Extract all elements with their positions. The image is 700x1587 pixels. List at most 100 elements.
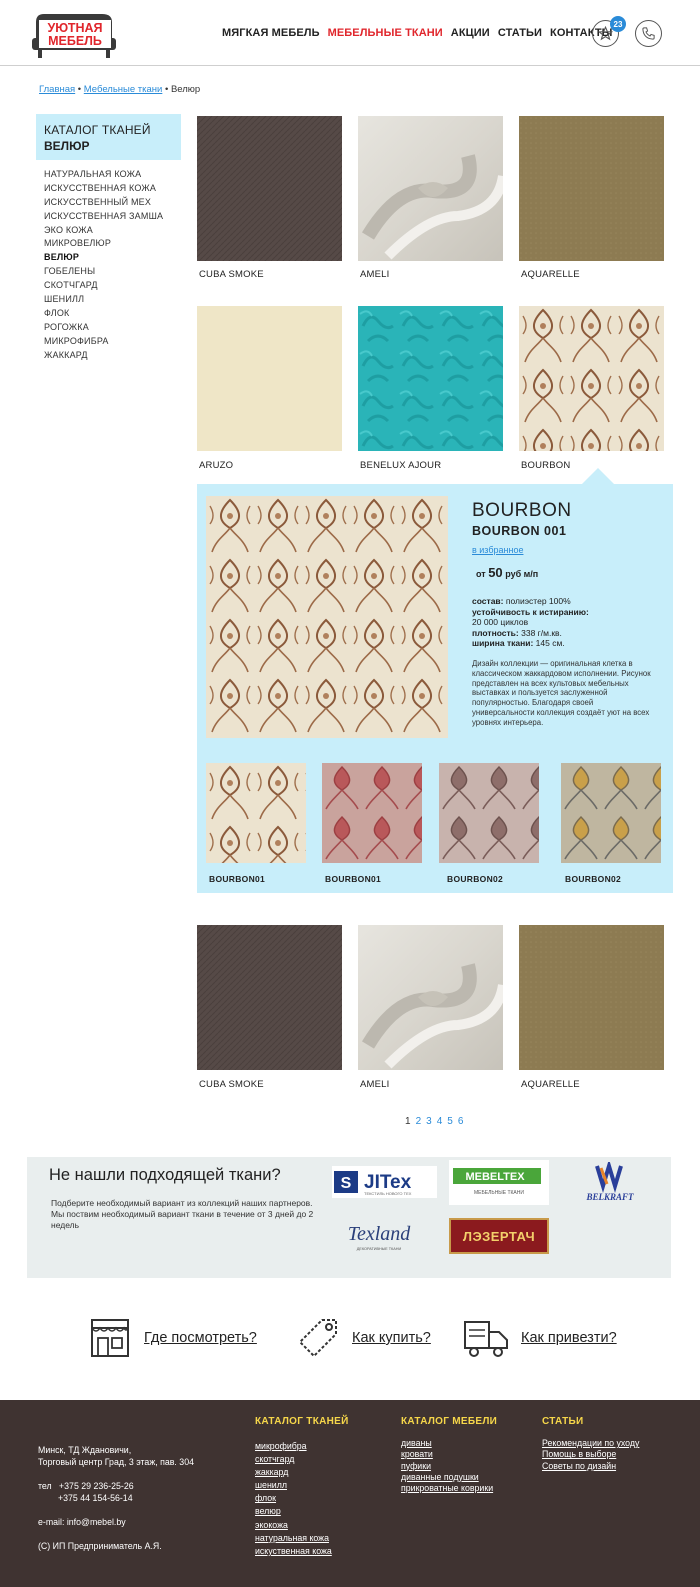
fabric-name[interactable]: AQUARELLE — [521, 269, 580, 280]
partner-logo-mebeltex[interactable]: MEBELTEX МЕБЕЛЬНЫЕ ТКАНИ — [449, 1160, 549, 1205]
nav-articles[interactable]: СТАТЬИ — [498, 27, 542, 39]
category-item[interactable]: ИСКУССТВЕННАЯ ЗАМША — [44, 210, 163, 224]
breadcrumb-home[interactable]: Главная — [39, 84, 75, 95]
fabric-name[interactable]: BOURBON — [521, 460, 570, 471]
partners-title: Не нашли подходящей ткани? — [49, 1166, 281, 1184]
category-item[interactable]: НАТУРАЛЬНАЯ КОЖА — [44, 168, 163, 182]
swatch-thumbnail[interactable] — [439, 763, 539, 863]
price-prefix: от — [476, 569, 486, 579]
phone-number[interactable]: +375 29 236-25-26 — [59, 1481, 134, 1491]
main-nav: МЯГКАЯ МЕБЕЛЬ МЕБЕЛЬНЫЕ ТКАНИ АКЦИИ СТАТ… — [222, 27, 621, 39]
jitex-name: JITex — [364, 1172, 412, 1193]
footer-link[interactable]: Советы по дизайн — [542, 1461, 639, 1472]
page-link[interactable]: 6 — [458, 1116, 464, 1127]
fabric-name[interactable]: CUBA SMOKE — [199, 269, 264, 280]
swatch-label[interactable]: BOURBON01 — [209, 874, 265, 884]
footer-link[interactable]: диваны — [401, 1438, 493, 1449]
fabric-tile-aquarelle[interactable] — [519, 116, 664, 261]
fabric-tile-ameli[interactable] — [358, 925, 503, 1070]
category-item-active[interactable]: ВЕЛЮР — [44, 251, 163, 265]
logo[interactable]: УЮТНАЯ МЕБЕЛЬ — [32, 8, 116, 60]
footer-link[interactable]: скотчгард — [255, 1453, 332, 1466]
fabric-tile-cuba-smoke[interactable] — [197, 925, 342, 1070]
category-item[interactable]: СКОТЧГАРД — [44, 279, 163, 293]
info-how-to-buy[interactable]: Как купить? — [296, 1316, 431, 1360]
where-to-see-link[interactable]: Где посмотреть? — [144, 1330, 257, 1346]
category-item[interactable]: ФЛОК — [44, 307, 163, 321]
footer-articles-title: СТАТЬИ — [542, 1416, 584, 1427]
footer-link[interactable]: диванные подушки — [401, 1472, 493, 1483]
fabric-detail-image — [206, 496, 448, 738]
category-item[interactable]: ШЕНИЛЛ — [44, 293, 163, 307]
breadcrumb-fabrics[interactable]: Мебельные ткани — [84, 84, 163, 95]
nav-promotions[interactable]: АКЦИИ — [451, 27, 490, 39]
spec-value: 338 г/м.кв. — [521, 627, 562, 638]
fabric-tile-benelux-ajour[interactable] — [358, 306, 503, 451]
fabric-name[interactable]: BENELUX AJOUR — [360, 460, 441, 471]
partner-logo-jitex[interactable]: S JITex ТЕКСТИЛЬ НОВОГО ТЕХ — [332, 1166, 437, 1198]
info-where-to-see[interactable]: Где посмотреть? — [88, 1316, 257, 1360]
category-item[interactable]: МИКРОВЕЛЮР — [44, 237, 163, 251]
category-item[interactable]: РОГОЖКА — [44, 321, 163, 335]
footer-link[interactable]: велюр — [255, 1505, 332, 1518]
swatch-label[interactable]: BOURBON02 — [447, 874, 503, 884]
phone-button[interactable] — [635, 20, 662, 47]
fabric-tile-cuba-smoke[interactable] — [197, 116, 342, 261]
category-item[interactable]: МИКРОФИБРА — [44, 335, 163, 349]
texland-sub: ДЕКОРАТИВНЫЕ ТКАНИ — [357, 1247, 402, 1251]
texland-name: Texland — [348, 1223, 412, 1245]
footer-link[interactable]: экокожа — [255, 1519, 332, 1532]
fabric-tile-aruzo[interactable] — [197, 306, 342, 451]
partner-logo-belkraft[interactable]: BELKRAFT — [575, 1162, 645, 1208]
swatch-label[interactable]: BOURBON01 — [325, 874, 381, 884]
nav-soft-furniture[interactable]: МЯГКАЯ МЕБЕЛЬ — [222, 27, 320, 39]
footer-link[interactable]: прикроватные коврики — [401, 1483, 493, 1494]
mebeltex-sub: МЕБЕЛЬНЫЕ ТКАНИ — [474, 1190, 524, 1196]
footer-link[interactable]: кровати — [401, 1449, 493, 1460]
page-link[interactable]: 4 — [437, 1116, 443, 1127]
swatch-label[interactable]: BOURBON02 — [565, 874, 621, 884]
footer-link[interactable]: пуфики — [401, 1461, 493, 1472]
footer-link[interactable]: искуственная кожа — [255, 1545, 332, 1558]
pagination: 1 2 3 4 5 6 — [405, 1116, 463, 1127]
page-link[interactable]: 2 — [416, 1116, 422, 1127]
how-to-buy-link[interactable]: Как купить? — [352, 1330, 431, 1346]
spec-label: плотность: — [472, 627, 519, 638]
info-delivery[interactable]: Как привезти? — [463, 1316, 617, 1360]
belkraft-name: BELKRAFT — [585, 1192, 634, 1202]
swatch-thumbnail[interactable] — [561, 763, 661, 863]
fabric-name[interactable]: CUBA SMOKE — [199, 1079, 264, 1090]
fabric-tile-ameli[interactable] — [358, 116, 503, 261]
footer-link[interactable]: Рекомендации по уходу — [542, 1438, 639, 1449]
category-item[interactable]: ИСКУССТВЕННАЯ КОЖА — [44, 182, 163, 196]
footer-link[interactable]: флок — [255, 1492, 332, 1505]
footer-link[interactable]: Помощь в выборе — [542, 1449, 639, 1460]
email[interactable]: e-mail: info@mebel.by — [38, 1516, 194, 1528]
phone-number[interactable]: +375 44 154-56-14 — [38, 1492, 194, 1504]
fabric-name[interactable]: AQUARELLE — [521, 1079, 580, 1090]
footer-link[interactable]: натуральная кожа — [255, 1532, 332, 1545]
page-link[interactable]: 5 — [447, 1116, 453, 1127]
swatch-thumbnail[interactable] — [322, 763, 422, 863]
fabric-tile-bourbon[interactable] — [519, 306, 664, 451]
category-item[interactable]: ЖАККАРД — [44, 349, 163, 363]
fabric-name[interactable]: AMELI — [360, 1079, 390, 1090]
fabric-name[interactable]: AMELI — [360, 269, 390, 280]
partner-logo-lazertach[interactable]: ЛЭЗЕРТАЧ — [449, 1218, 549, 1254]
spec-value: полиэстер 100% — [505, 596, 571, 606]
page-link[interactable]: 3 — [426, 1116, 432, 1127]
swatch-thumbnail[interactable] — [206, 763, 306, 863]
delivery-link[interactable]: Как привезти? — [521, 1330, 617, 1346]
category-item[interactable]: ЭКО КОЖА — [44, 224, 163, 238]
add-to-favorites-link[interactable]: в избранное — [472, 545, 523, 555]
category-item[interactable]: ГОБЕЛЕНЫ — [44, 265, 163, 279]
footer-link[interactable]: шенилл — [255, 1479, 332, 1492]
footer-link[interactable]: микрофибра — [255, 1440, 332, 1453]
category-item[interactable]: ИСКУССТВЕННЫЙ МЕХ — [44, 196, 163, 210]
catalog-subtitle: ВЕЛЮР — [44, 139, 90, 153]
nav-fabrics[interactable]: МЕБЕЛЬНЫЕ ТКАНИ — [328, 27, 443, 39]
footer-link[interactable]: жаккард — [255, 1466, 332, 1479]
fabric-tile-aquarelle[interactable] — [519, 925, 664, 1070]
partner-logo-texland[interactable]: Texland ДЕКОРАТИВНЫЕ ТКАНИ — [338, 1214, 420, 1256]
fabric-name[interactable]: ARUZO — [199, 460, 233, 471]
